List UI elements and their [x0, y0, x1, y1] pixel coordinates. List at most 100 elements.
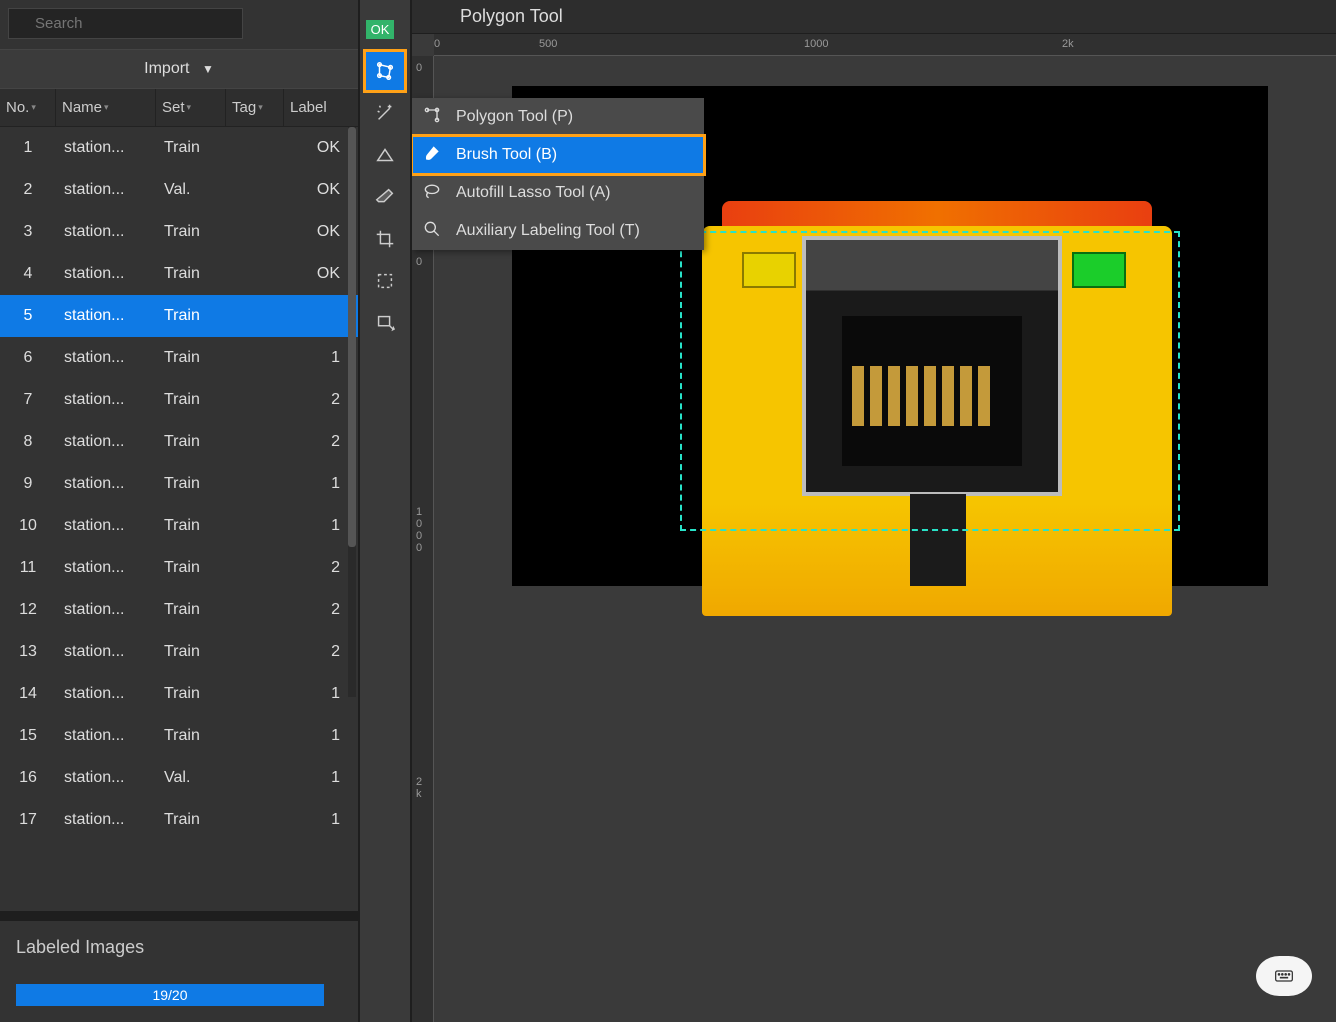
cell-no: 16 [0, 769, 56, 787]
scrollbar-thumb[interactable] [348, 127, 356, 547]
cell-name: station... [56, 139, 156, 157]
cell-no: 13 [0, 643, 56, 661]
col-label[interactable]: Label [284, 89, 352, 126]
tool-menu-item-label: Polygon Tool (P) [456, 108, 573, 126]
cell-name: station... [56, 685, 156, 703]
col-no[interactable]: No.▾ [0, 89, 56, 126]
cell-name: station... [56, 223, 156, 241]
polygon-node-icon [422, 105, 442, 130]
ruler-tick: 2k [1062, 38, 1074, 50]
tool-menu-item[interactable]: Polygon Tool (P) [412, 98, 704, 136]
table-row[interactable]: 17station...Train1 [0, 799, 358, 841]
tool-popup-menu: Polygon Tool (P) Brush Tool (B) Autofill L… [412, 98, 704, 250]
cell-label: 2 [284, 433, 352, 451]
cell-label: 1 [284, 517, 352, 535]
table-row[interactable]: 16station...Val.1 [0, 757, 358, 799]
cell-name: station... [56, 559, 156, 577]
cell-no: 11 [0, 559, 56, 577]
cell-no: 1 [0, 139, 56, 157]
table-row[interactable]: 1station...Train OK [0, 127, 358, 169]
col-set[interactable]: Set▾ [156, 89, 226, 126]
ok-chip[interactable]: OK [366, 20, 394, 39]
aux-label-icon [422, 219, 442, 244]
table-row[interactable]: 9station...Train1 [0, 463, 358, 505]
cell-no: 10 [0, 517, 56, 535]
progress-section: Labeled Images 19/20 [0, 911, 358, 1022]
table-row[interactable]: 12station...Train 2 [0, 589, 358, 631]
progress-bar: 19/20 [16, 984, 324, 1006]
tool-menu-item[interactable]: Brush Tool (B) [412, 136, 704, 174]
cell-set: Train [156, 601, 226, 619]
progress-text: 19/20 [152, 987, 187, 1003]
cell-label: 1 [284, 811, 352, 829]
cell-set: Train [156, 391, 226, 409]
cell-no: 12 [0, 601, 56, 619]
table-header: No.▾ Name▾ Set▾ Tag▾ Label [0, 89, 358, 127]
cell-set: Train [156, 475, 226, 493]
chevron-down-icon: ▼ [202, 62, 214, 76]
cell-label: 1 [284, 349, 352, 367]
selection-rectangle[interactable] [680, 231, 1180, 531]
polygon-tool[interactable] [365, 51, 405, 91]
shape-tool[interactable] [365, 135, 405, 175]
col-tag[interactable]: Tag▾ [226, 89, 284, 126]
cell-set: Train [156, 643, 226, 661]
cell-label: 2 [284, 601, 352, 619]
tool-menu-item-label: Autofill Lasso Tool (A) [456, 184, 610, 202]
cell-name: station... [56, 181, 156, 199]
table-row[interactable]: 15station...Train1 [0, 715, 358, 757]
table-row[interactable]: 11station...Train2 [0, 547, 358, 589]
table-row[interactable]: 8station...Train2 [0, 421, 358, 463]
cell-set: Train [156, 139, 226, 157]
ruler-top: 050010002k [434, 34, 1336, 56]
cell-set: Train [156, 727, 226, 745]
ruler-tick: 0 [434, 38, 440, 50]
canvas-area: Polygon Tool 050010002k 001 0 0 02 k Pol… [412, 0, 1336, 1022]
import-dropdown[interactable]: Import ▼ [0, 49, 358, 89]
cell-label: OK [284, 223, 352, 241]
table-row[interactable]: 3station...TrainOK [0, 211, 358, 253]
cell-set: Train [156, 559, 226, 577]
table-row[interactable]: 7station...Train2 [0, 379, 358, 421]
crop-tool[interactable] [365, 219, 405, 259]
left-panel: 🔍 Import ▼ No.▾ [0, 0, 360, 1022]
cell-set: Train [156, 349, 226, 367]
cell-no: 17 [0, 811, 56, 829]
ruler-tick: 1 0 0 0 [416, 506, 422, 554]
cell-label: OK [284, 265, 352, 283]
tool-menu-item[interactable]: Autofill Lasso Tool (A) [412, 174, 704, 212]
cell-name: station... [56, 601, 156, 619]
table-row[interactable]: 14station...Train1 [0, 673, 358, 715]
image-table: 1station...TrainOK2station...Val.OK3stat… [0, 127, 358, 911]
table-row[interactable]: 2station...Val.OK [0, 169, 358, 211]
table-row[interactable]: 4station...TrainOK [0, 253, 358, 295]
brush-icon [422, 143, 442, 168]
cell-label: 1 [284, 769, 352, 787]
marquee-tool[interactable] [365, 261, 405, 301]
ruler-tick: 0 [416, 62, 422, 74]
cell-no: 14 [0, 685, 56, 703]
cell-label: OK [284, 181, 352, 199]
import-label: Import [144, 60, 189, 77]
cell-set: Train [156, 265, 226, 283]
table-row[interactable]: 10station...Train1 [0, 505, 358, 547]
col-name[interactable]: Name▾ [56, 89, 156, 126]
search-input[interactable] [8, 8, 243, 39]
lasso-icon [422, 181, 442, 206]
cell-no: 9 [0, 475, 56, 493]
cell-no: 7 [0, 391, 56, 409]
cell-set: Train [156, 307, 226, 325]
ruler-tick: 1000 [804, 38, 828, 50]
table-row[interactable]: 6station...Train1 [0, 337, 358, 379]
table-row[interactable]: 13station...Train2 [0, 631, 358, 673]
magic-wand-tool[interactable] [365, 93, 405, 133]
on-screen-keyboard-button[interactable] [1256, 956, 1312, 996]
table-row[interactable]: 5station...Train [0, 295, 358, 337]
transform-tool[interactable] [365, 303, 405, 343]
tool-menu-item-label: Auxiliary Labeling Tool (T) [456, 222, 640, 240]
cell-label: OK [284, 139, 352, 157]
eraser-tool[interactable] [365, 177, 405, 217]
ruler-tick: 2 k [416, 776, 422, 800]
tool-menu-item[interactable]: Auxiliary Labeling Tool (T) [412, 212, 704, 250]
cell-name: station... [56, 643, 156, 661]
